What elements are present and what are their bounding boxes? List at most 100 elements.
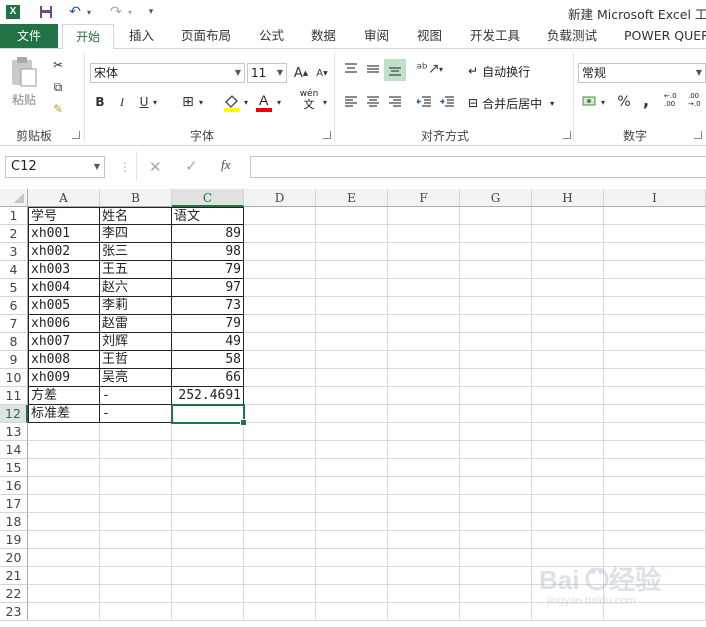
formula-input[interactable] bbox=[250, 156, 706, 178]
cell-I5[interactable] bbox=[604, 279, 706, 297]
cell-E8[interactable] bbox=[316, 333, 388, 351]
row-header-23[interactable]: 23 bbox=[0, 603, 28, 621]
paste-button[interactable]: 粘贴 bbox=[8, 55, 42, 107]
cell-F10[interactable] bbox=[388, 369, 460, 387]
cell-B13[interactable] bbox=[100, 423, 172, 441]
row-header-19[interactable]: 19 bbox=[0, 531, 28, 549]
cell-D17[interactable] bbox=[244, 495, 316, 513]
cell-H1[interactable] bbox=[532, 207, 604, 225]
cell-D20[interactable] bbox=[244, 549, 316, 567]
cell-I10[interactable] bbox=[604, 369, 706, 387]
align-left-icon[interactable] bbox=[341, 92, 361, 112]
row-header-3[interactable]: 3 bbox=[0, 243, 28, 261]
clipboard-launcher-icon[interactable] bbox=[72, 131, 80, 139]
cell-G7[interactable] bbox=[460, 315, 532, 333]
cell-A6[interactable]: xh005 bbox=[28, 297, 100, 315]
cell-B10[interactable]: 吴亮 bbox=[100, 369, 172, 387]
copy-icon[interactable]: ⧉ bbox=[48, 77, 68, 97]
redo-dropdown-icon[interactable]: ▾ bbox=[121, 3, 139, 21]
cell-I17[interactable] bbox=[604, 495, 706, 513]
cut-icon[interactable]: ✂ bbox=[48, 55, 68, 75]
number-launcher-icon[interactable] bbox=[694, 131, 702, 139]
cell-I2[interactable] bbox=[604, 225, 706, 243]
cell-H11[interactable] bbox=[532, 387, 604, 405]
column-header-F[interactable]: F bbox=[388, 189, 460, 207]
cell-A5[interactable]: xh004 bbox=[28, 279, 100, 297]
font-color-dropdown-icon[interactable]: ▾ bbox=[274, 92, 284, 112]
cell-D9[interactable] bbox=[244, 351, 316, 369]
cell-D18[interactable] bbox=[244, 513, 316, 531]
cell-C21[interactable] bbox=[172, 567, 244, 585]
cell-H21[interactable] bbox=[532, 567, 604, 585]
cell-H9[interactable] bbox=[532, 351, 604, 369]
number-format-select[interactable]: 常规 ▼ bbox=[578, 63, 706, 83]
cell-H18[interactable] bbox=[532, 513, 604, 531]
cell-H20[interactable] bbox=[532, 549, 604, 567]
cell-I23[interactable] bbox=[604, 603, 706, 621]
cell-G8[interactable] bbox=[460, 333, 532, 351]
cell-I21[interactable] bbox=[604, 567, 706, 585]
accounting-dropdown-icon[interactable]: ▾ bbox=[598, 92, 608, 112]
cell-I6[interactable] bbox=[604, 297, 706, 315]
merge-dropdown-icon[interactable]: ▾ bbox=[550, 99, 554, 108]
cell-H6[interactable] bbox=[532, 297, 604, 315]
column-header-I[interactable]: I bbox=[604, 189, 706, 207]
cell-C4[interactable]: 79 bbox=[172, 261, 244, 279]
phonetic-guide-button[interactable]: wén 文 bbox=[296, 89, 322, 113]
cell-B18[interactable] bbox=[100, 513, 172, 531]
save-icon[interactable] bbox=[37, 3, 55, 21]
cell-A7[interactable]: xh006 bbox=[28, 315, 100, 333]
decrease-decimal-icon[interactable]: .00 →.0 bbox=[688, 92, 706, 112]
tab-insert[interactable]: 插入 bbox=[129, 24, 154, 48]
cell-B2[interactable]: 李四 bbox=[100, 225, 172, 243]
cell-F20[interactable] bbox=[388, 549, 460, 567]
cell-E20[interactable] bbox=[316, 549, 388, 567]
row-header-9[interactable]: 9 bbox=[0, 351, 28, 369]
align-top-icon[interactable] bbox=[341, 59, 361, 79]
align-center-icon[interactable] bbox=[363, 92, 383, 112]
merge-center-button[interactable]: ⊟ 合并后居中 ▾ bbox=[468, 93, 554, 113]
cell-I13[interactable] bbox=[604, 423, 706, 441]
cell-H3[interactable] bbox=[532, 243, 604, 261]
cell-I16[interactable] bbox=[604, 477, 706, 495]
cell-C13[interactable] bbox=[172, 423, 244, 441]
cell-D15[interactable] bbox=[244, 459, 316, 477]
cell-H4[interactable] bbox=[532, 261, 604, 279]
wrap-text-button[interactable]: ↵ 自动换行 bbox=[468, 61, 530, 81]
cell-H10[interactable] bbox=[532, 369, 604, 387]
cell-B1[interactable]: 姓名 bbox=[100, 207, 172, 225]
cell-H5[interactable] bbox=[532, 279, 604, 297]
cell-F22[interactable] bbox=[388, 585, 460, 603]
row-header-17[interactable]: 17 bbox=[0, 495, 28, 513]
align-right-icon[interactable] bbox=[385, 92, 405, 112]
cell-B16[interactable] bbox=[100, 477, 172, 495]
align-bottom-icon[interactable] bbox=[384, 59, 406, 81]
cell-D3[interactable] bbox=[244, 243, 316, 261]
cell-A17[interactable] bbox=[28, 495, 100, 513]
cell-G5[interactable] bbox=[460, 279, 532, 297]
cell-A12[interactable]: 标准差 bbox=[28, 405, 100, 423]
shrink-font-icon[interactable]: A ▼ bbox=[312, 63, 332, 83]
cell-F23[interactable] bbox=[388, 603, 460, 621]
cell-F2[interactable] bbox=[388, 225, 460, 243]
cell-E16[interactable] bbox=[316, 477, 388, 495]
tab-formulas[interactable]: 公式 bbox=[259, 24, 284, 48]
cell-B7[interactable]: 赵雷 bbox=[100, 315, 172, 333]
cell-G11[interactable] bbox=[460, 387, 532, 405]
cell-H8[interactable] bbox=[532, 333, 604, 351]
cell-G17[interactable] bbox=[460, 495, 532, 513]
cell-B19[interactable] bbox=[100, 531, 172, 549]
cell-E18[interactable] bbox=[316, 513, 388, 531]
column-header-H[interactable]: H bbox=[532, 189, 604, 207]
tab-home[interactable]: 开始 bbox=[62, 24, 114, 49]
cell-H17[interactable] bbox=[532, 495, 604, 513]
row-header-20[interactable]: 20 bbox=[0, 549, 28, 567]
cell-B15[interactable] bbox=[100, 459, 172, 477]
cell-D21[interactable] bbox=[244, 567, 316, 585]
cell-E11[interactable] bbox=[316, 387, 388, 405]
tab-developer[interactable]: 开发工具 bbox=[470, 24, 520, 48]
cell-C5[interactable]: 97 bbox=[172, 279, 244, 297]
cell-A4[interactable]: xh003 bbox=[28, 261, 100, 279]
cell-I12[interactable] bbox=[604, 405, 706, 423]
cell-C10[interactable]: 66 bbox=[172, 369, 244, 387]
